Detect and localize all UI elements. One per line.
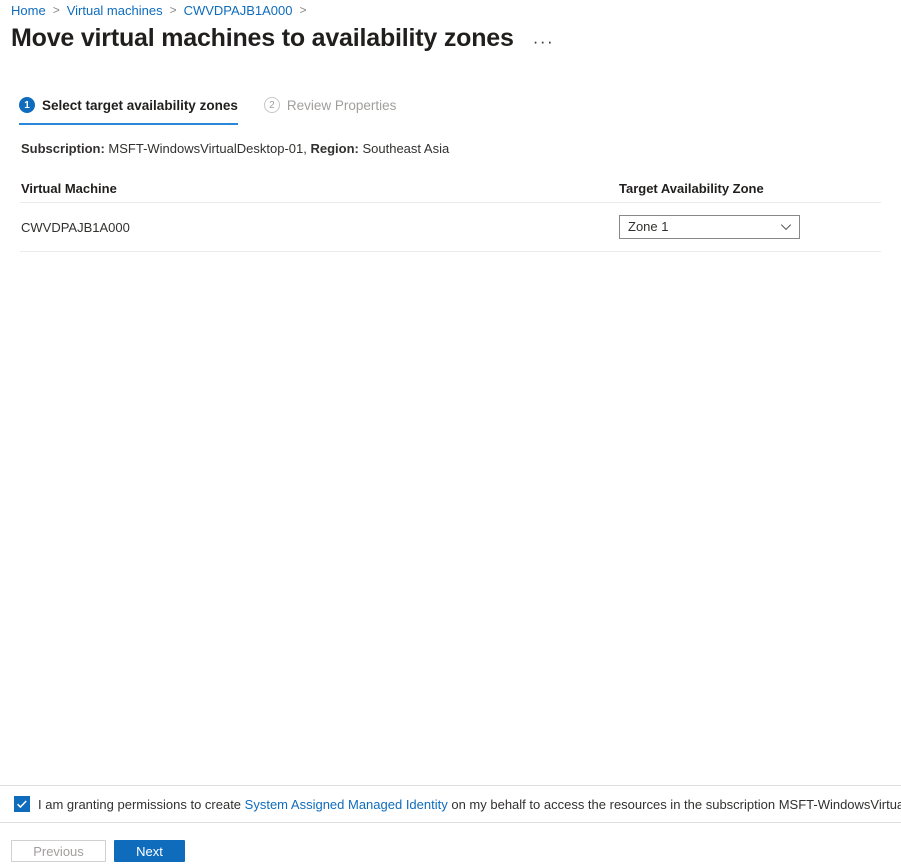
step-number-badge: 1 <box>19 97 35 113</box>
breadcrumb-separator-icon: > <box>299 3 307 17</box>
tab-review-properties[interactable]: 2 Review Properties <box>263 97 397 125</box>
azure-portal-blade: { "breadcrumb": { "items": [ { "label": … <box>0 0 901 865</box>
tab-select-target-availability-zones[interactable]: 1 Select target availability zones <box>19 97 238 125</box>
breadcrumb-item-home[interactable]: Home <box>11 3 46 18</box>
consent-checkbox[interactable] <box>14 796 30 812</box>
cell-vm-name: CWVDPAJB1A000 <box>21 219 130 235</box>
zone-dropdown[interactable]: Zone 1 <box>619 215 800 239</box>
wizard-tabs: 1 Select target availability zones 2 Rev… <box>19 97 396 125</box>
region-value: Southeast Asia <box>362 141 450 156</box>
system-assigned-managed-identity-link[interactable]: System Assigned Managed Identity <box>245 797 448 812</box>
breadcrumb-item-vm-name[interactable]: CWVDPAJB1A000 <box>184 3 293 18</box>
column-header-virtual-machine: Virtual Machine <box>21 181 117 196</box>
table-header-row: Virtual Machine Target Availability Zone <box>0 175 901 202</box>
consent-top-divider <box>0 785 901 786</box>
region-label: Region: <box>310 141 359 156</box>
consent-row: I am granting permissions to create Syst… <box>14 793 901 815</box>
table-row: CWVDPAJB1A000 Zone 1 <box>0 203 901 251</box>
subscription-value: MSFT-WindowsVirtualDesktop-01, <box>108 141 307 156</box>
previous-button[interactable]: Previous <box>11 840 106 862</box>
cell-zone-select: Zone 1 <box>619 215 880 239</box>
column-header-target-availability-zone: Target Availability Zone <box>619 181 764 196</box>
vm-zone-table: Virtual Machine Target Availability Zone… <box>0 175 901 252</box>
consent-text-after: on my behalf to access the resources in … <box>451 796 901 812</box>
zone-dropdown-value: Zone 1 <box>628 219 669 234</box>
tab-label: Select target availability zones <box>42 97 238 113</box>
title-row: Move virtual machines to availability zo… <box>11 24 557 52</box>
consent-bottom-divider <box>0 822 901 823</box>
more-options-icon[interactable]: ··· <box>530 33 557 50</box>
breadcrumb-item-virtual-machines[interactable]: Virtual machines <box>67 3 163 18</box>
breadcrumb-separator-icon: > <box>169 3 177 17</box>
tab-label: Review Properties <box>286 97 397 113</box>
subscription-region-summary: Subscription: MSFT-WindowsVirtualDesktop… <box>21 141 449 156</box>
consent-text-before: I am granting permissions to create <box>38 796 242 812</box>
table-divider <box>20 251 881 252</box>
subscription-label: Subscription: <box>21 141 105 156</box>
page-title: Move virtual machines to availability zo… <box>11 24 514 52</box>
breadcrumb: Home > Virtual machines > CWVDPAJB1A000 … <box>11 0 313 20</box>
step-number-badge: 2 <box>263 97 280 113</box>
breadcrumb-separator-icon: > <box>52 3 60 17</box>
consent-label: I am granting permissions to create Syst… <box>38 797 901 812</box>
chevron-down-icon <box>780 221 792 233</box>
next-button[interactable]: Next <box>114 840 185 862</box>
footer-actions: Previous Next <box>11 840 185 862</box>
